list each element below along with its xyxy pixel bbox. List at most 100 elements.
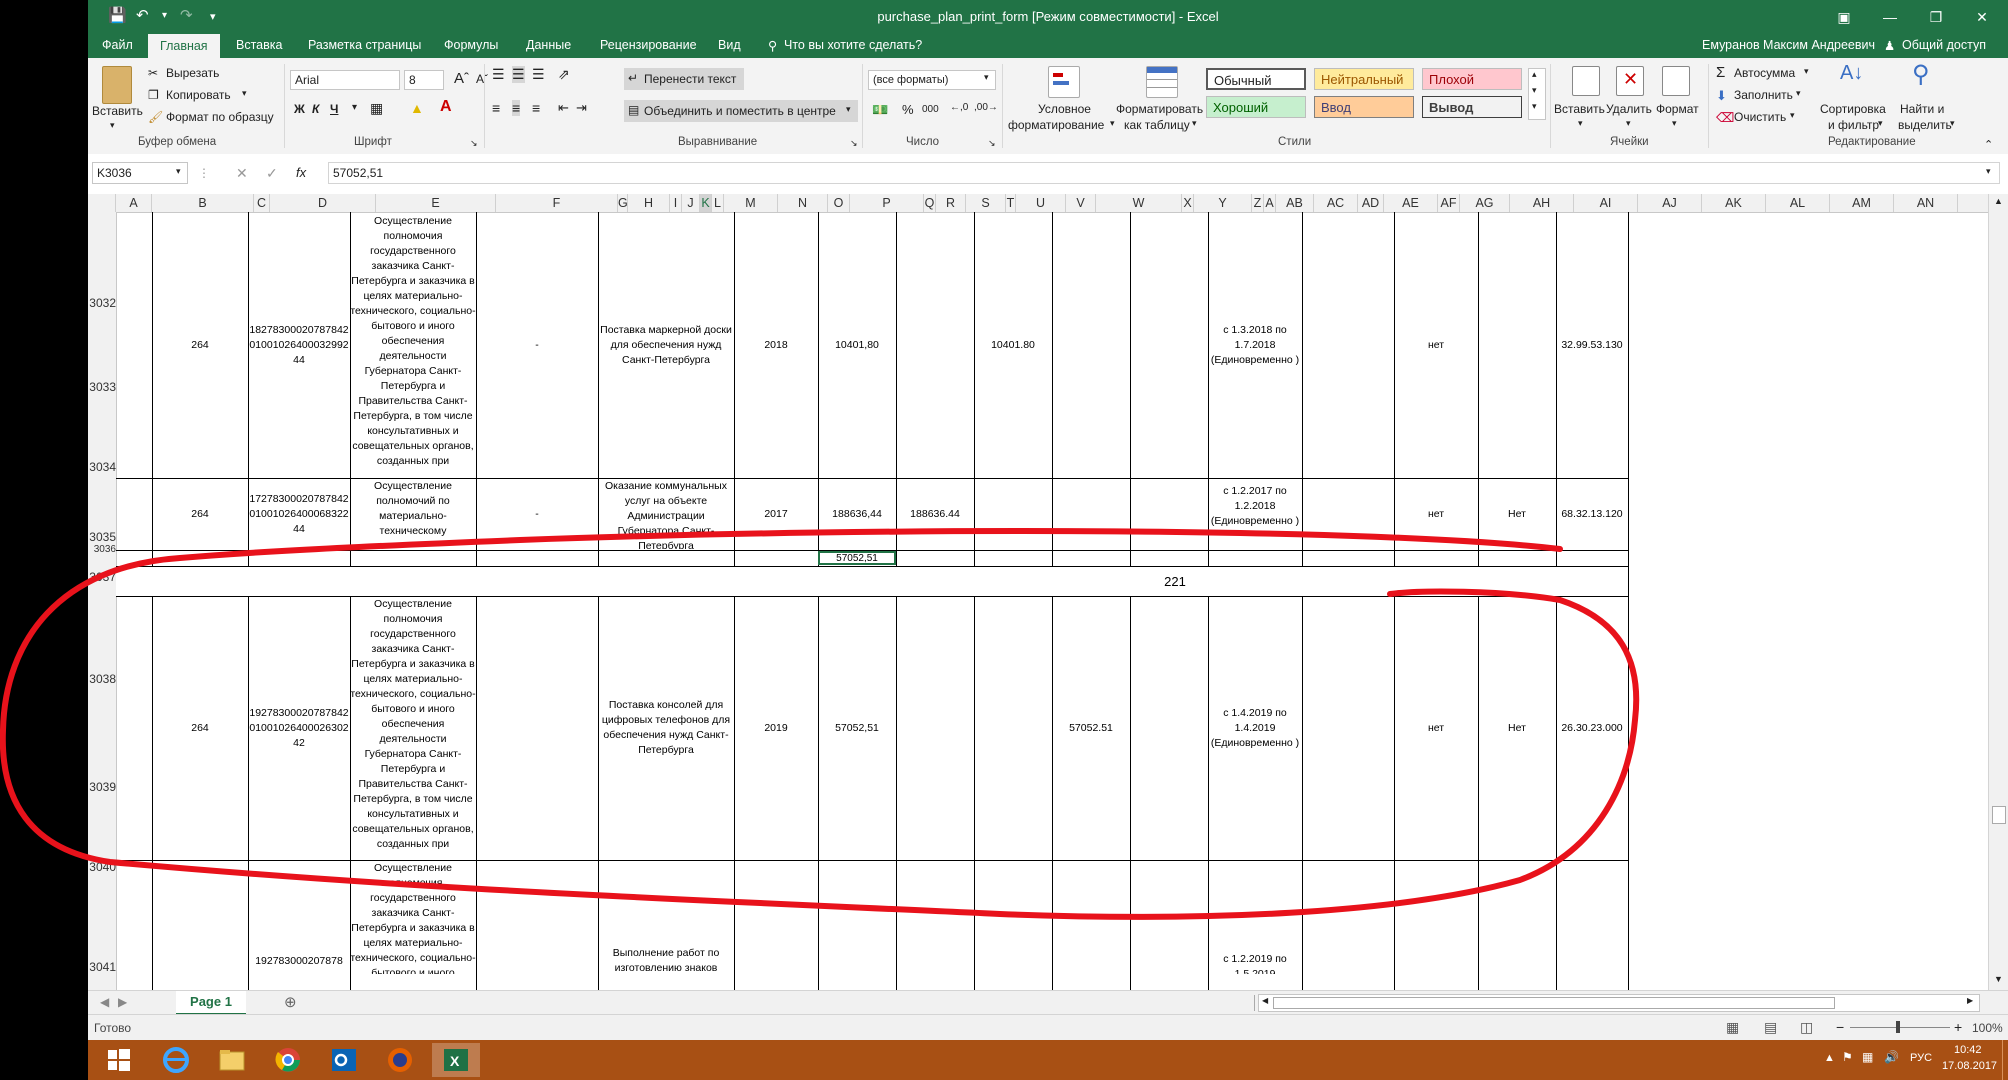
align-right-icon[interactable]: ≡: [532, 100, 540, 116]
find-select-label-1[interactable]: Найти и: [1900, 102, 1944, 116]
align-middle-icon[interactable]: ☰: [512, 66, 525, 83]
col-header-ac[interactable]: AC: [1314, 194, 1358, 212]
fill-color-icon[interactable]: ▲: [410, 100, 424, 116]
col-header-ad[interactable]: AD: [1358, 194, 1384, 212]
scroll-thumb[interactable]: [1992, 806, 2006, 824]
font-dialog-launcher-icon[interactable]: ↘: [470, 138, 478, 149]
page-break-view-icon[interactable]: ◫: [1800, 1019, 1813, 1036]
col-header-aj[interactable]: AJ: [1638, 194, 1702, 212]
zoom-in-icon[interactable]: +: [1954, 1019, 1962, 1035]
col-header-p[interactable]: P: [850, 194, 924, 212]
col-header-ak[interactable]: AK: [1702, 194, 1766, 212]
style-neutral[interactable]: Нейтральный: [1314, 68, 1414, 90]
row-header[interactable]: 3041: [88, 960, 116, 974]
row-header[interactable]: 3039: [88, 780, 116, 794]
style-bad[interactable]: Плохой: [1422, 68, 1522, 90]
row-header[interactable]: 3032: [88, 296, 116, 310]
style-normal[interactable]: Обычный: [1206, 68, 1306, 90]
col-header-ah[interactable]: AH: [1510, 194, 1574, 212]
tab-formulas[interactable]: Формулы: [444, 38, 498, 52]
delete-cells-button[interactable]: Удалить: [1606, 102, 1652, 116]
bold-button[interactable]: Ж: [294, 102, 305, 116]
tab-data[interactable]: Данные: [526, 38, 571, 52]
number-format-dropdown-icon[interactable]: ▾: [984, 72, 989, 83]
alignment-dialog-launcher-icon[interactable]: ↘: [850, 138, 858, 149]
align-left-icon[interactable]: ≡: [492, 100, 500, 116]
cell-registry-code[interactable]: 182783000207878420100102640003299244: [248, 212, 350, 478]
start-button[interactable]: [94, 1043, 142, 1077]
autosum-dropdown-icon[interactable]: ▾: [1804, 66, 1809, 77]
tab-review[interactable]: Рецензирование: [600, 38, 697, 52]
cell-k3036[interactable]: 57052,51: [818, 551, 896, 565]
italic-button[interactable]: К: [312, 102, 319, 116]
name-box[interactable]: K3036: [92, 162, 188, 184]
col-header-e[interactable]: E: [376, 194, 496, 212]
cell-sum[interactable]: 57052,51: [818, 596, 896, 860]
enter-formula-icon[interactable]: ✓: [266, 165, 278, 182]
cell-n-value[interactable]: 188636.44: [896, 478, 974, 550]
sort-filter-dropdown-icon[interactable]: ▾: [1878, 118, 1883, 129]
col-header-t[interactable]: T: [1006, 194, 1016, 212]
col-header-ai[interactable]: AI: [1574, 194, 1638, 212]
row-header[interactable]: 3038: [88, 672, 116, 686]
insert-cells-dropdown-icon[interactable]: ▾: [1578, 118, 1583, 129]
autosum-button[interactable]: Автосумма: [1734, 66, 1795, 80]
increase-indent-icon[interactable]: ⇥: [576, 100, 587, 116]
cell-registry-code[interactable]: 192783000207878: [248, 954, 350, 974]
cell-no[interactable]: нет: [1394, 212, 1478, 478]
col-header-an[interactable]: AN: [1894, 194, 1958, 212]
page-layout-view-icon[interactable]: ▤: [1764, 1019, 1777, 1036]
number-format-box[interactable]: (все форматы): [868, 70, 996, 90]
decrease-indent-icon[interactable]: ⇤: [558, 100, 569, 116]
font-color-icon[interactable]: A: [440, 98, 452, 116]
underline-dropdown-icon[interactable]: ▾: [352, 102, 357, 113]
style-good[interactable]: Хороший: [1206, 96, 1306, 118]
conditional-format-label-1[interactable]: Условное: [1038, 102, 1091, 116]
tell-me-input[interactable]: Что вы хотите сделать?: [784, 38, 922, 52]
cell-item[interactable]: Оказание коммунальных услуг на объекте А…: [598, 479, 734, 549]
outlook-icon[interactable]: [320, 1043, 368, 1077]
restore-button[interactable]: ❐: [1916, 4, 1956, 30]
col-header-w[interactable]: W: [1096, 194, 1182, 212]
copy-dropdown-icon[interactable]: ▾: [242, 88, 247, 99]
scroll-right-icon[interactable]: ▶: [1967, 996, 1973, 1005]
expand-formula-bar-icon[interactable]: ▾: [1986, 166, 1991, 177]
cell-year[interactable]: 2019: [734, 596, 818, 860]
zoom-level[interactable]: 100%: [1972, 1021, 2003, 1035]
row-header[interactable]: 3037: [88, 570, 116, 584]
cell-year[interactable]: 2018: [734, 212, 818, 478]
col-header-ae[interactable]: AE: [1384, 194, 1438, 212]
cell-p-value[interactable]: 10401.80: [974, 212, 1052, 478]
style-output[interactable]: Вывод: [1422, 96, 1522, 118]
col-header-o[interactable]: O: [828, 194, 850, 212]
col-header-g[interactable]: G: [618, 194, 628, 212]
delete-cells-dropdown-icon[interactable]: ▾: [1626, 118, 1631, 129]
format-as-table-button[interactable]: как таблицу: [1124, 118, 1190, 132]
cell-registry-code[interactable]: 172783000207878420100102640006832244: [248, 478, 350, 550]
format-cells-dropdown-icon[interactable]: ▾: [1672, 118, 1677, 129]
cell-dash[interactable]: -: [476, 478, 598, 550]
orientation-icon[interactable]: ⇗: [558, 66, 570, 83]
grow-font-icon[interactable]: Aˆ: [454, 70, 469, 87]
ribbon-display-icon[interactable]: ▣: [1824, 4, 1864, 30]
horizontal-scrollbar[interactable]: ◀ ▶: [1258, 994, 1980, 1012]
col-header-v[interactable]: V: [1066, 194, 1096, 212]
tray-flag-icon[interactable]: ⚑: [1842, 1050, 1853, 1064]
cell-sum[interactable]: 10401,80: [818, 212, 896, 478]
zoom-slider-thumb[interactable]: [1896, 1021, 1900, 1033]
fill-button[interactable]: Заполнить: [1734, 88, 1793, 102]
select-all-corner[interactable]: [88, 194, 116, 212]
cell-period[interactable]: с 1.3.2018 по 1.7.2018 (Единовременно ): [1208, 212, 1302, 478]
tab-insert[interactable]: Вставка: [236, 38, 282, 52]
col-header-c[interactable]: C: [254, 194, 270, 212]
format-cells-button[interactable]: Формат: [1656, 102, 1699, 116]
find-select-button[interactable]: выделить: [1898, 118, 1952, 132]
cell-num[interactable]: 264: [152, 212, 248, 478]
tray-network-icon[interactable]: ▦: [1862, 1050, 1873, 1064]
borders-icon[interactable]: ▦: [370, 100, 383, 117]
styles-more-icon[interactable]: ▾: [1532, 101, 1537, 112]
col-header-i[interactable]: I: [670, 194, 682, 212]
cell-okpd[interactable]: 68.32.13.120: [1556, 478, 1628, 550]
col-header-al[interactable]: AL: [1766, 194, 1830, 212]
normal-view-icon[interactable]: ▦: [1726, 1019, 1739, 1036]
